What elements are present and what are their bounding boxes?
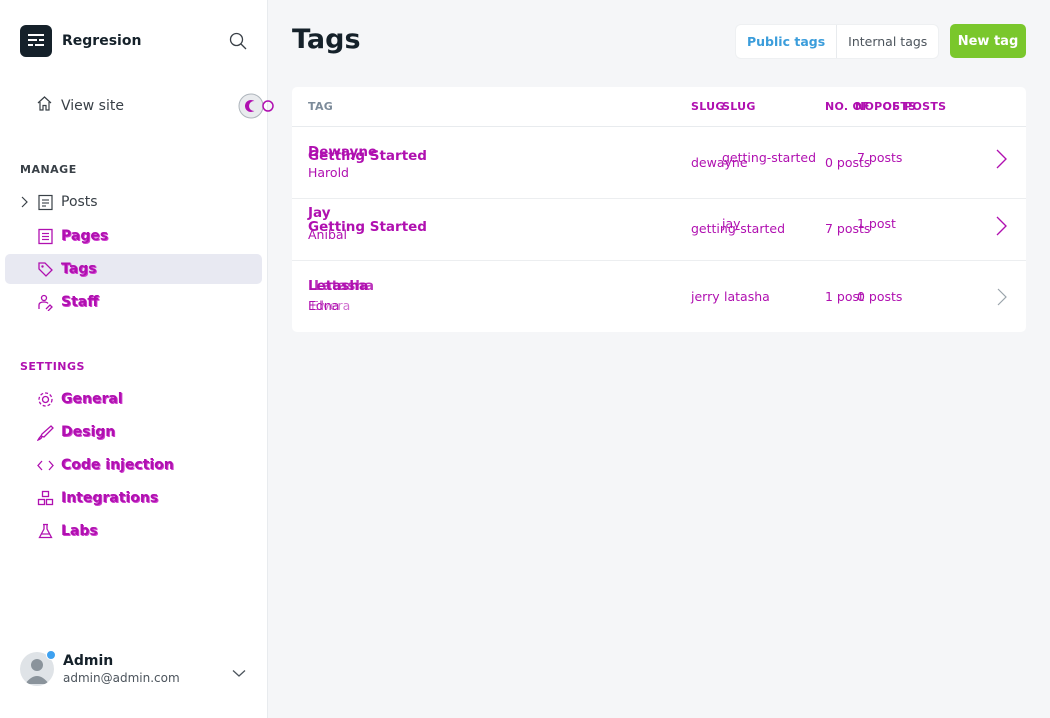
manage-section-label: MANAGE bbox=[20, 163, 77, 176]
view-site-label: View site bbox=[61, 97, 124, 114]
tag-description: Anibal bbox=[308, 227, 348, 242]
user-menu[interactable]: Admin admin@admin.com bbox=[20, 649, 252, 689]
code-icon bbox=[36, 456, 54, 474]
notification-dot-icon bbox=[46, 650, 56, 660]
sidebar-item-general[interactable]: General bbox=[5, 384, 262, 414]
brush-icon bbox=[36, 423, 54, 441]
settings-section-label: SETTINGS bbox=[20, 360, 85, 373]
sidebar-item-label: Staff bbox=[61, 294, 99, 310]
pages-icon bbox=[36, 227, 54, 245]
posts-icon bbox=[36, 193, 54, 211]
tag-description: Harold bbox=[308, 165, 349, 180]
sidebar-item-label: Integrations bbox=[61, 490, 159, 506]
chevron-right-icon[interactable] bbox=[995, 215, 1009, 241]
tag-slug: jerry bbox=[691, 289, 720, 304]
sidebar-item-label: Code injection bbox=[61, 457, 174, 473]
sidebar-item-label: General bbox=[61, 391, 123, 407]
sidebar-item-label: Labs bbox=[61, 523, 98, 539]
new-tag-button[interactable]: New tag bbox=[950, 24, 1026, 58]
tag-slug-overlay: getting-started bbox=[722, 150, 817, 165]
tags-table: TAG SLUG SLUG NO. OF POSTS NO. OF POSTS … bbox=[292, 87, 1026, 332]
table-row[interactable]: Letasha Latasha Edna Elvera jerry latash… bbox=[292, 261, 1026, 331]
chevron-right-icon[interactable] bbox=[21, 195, 29, 213]
header-slug-overlay: SLUG bbox=[722, 100, 756, 113]
tag-type-tabs: Public tags Internal tags bbox=[736, 25, 939, 58]
staff-icon bbox=[36, 293, 54, 311]
brand-name: Regresion bbox=[62, 33, 142, 49]
view-site-link[interactable]: View site bbox=[36, 95, 124, 116]
sidebar-item-staff[interactable]: Staff bbox=[5, 287, 262, 317]
tab-internal-tags[interactable]: Internal tags bbox=[837, 25, 938, 58]
chevron-down-icon[interactable] bbox=[232, 663, 246, 682]
tag-post-count-overlay: 0 posts bbox=[857, 289, 903, 304]
chevron-right-icon[interactable] bbox=[995, 286, 1009, 312]
integrations-icon bbox=[36, 489, 54, 507]
chevron-right-icon[interactable] bbox=[995, 148, 1009, 174]
tag-post-count-overlay: 7 posts bbox=[857, 150, 903, 165]
tag-slug-overlay: jay bbox=[722, 216, 741, 231]
table-header: TAG SLUG SLUG NO. OF POSTS NO. OF POSTS bbox=[292, 87, 1026, 127]
tag-description-overlay: Elvera bbox=[311, 298, 351, 313]
header-slug: SLUG bbox=[691, 100, 725, 113]
sidebar-item-posts[interactable]: Posts bbox=[5, 187, 262, 217]
sidebar-item-label: Posts bbox=[61, 194, 98, 210]
sidebar-item-design[interactable]: Design bbox=[5, 417, 262, 447]
page-title: Tags bbox=[292, 24, 361, 55]
brand[interactable]: Regresion bbox=[20, 25, 141, 57]
theme-toggle-icon[interactable] bbox=[238, 93, 274, 119]
user-name: Admin bbox=[63, 653, 114, 669]
sidebar-item-tags[interactable]: Tags bbox=[5, 254, 262, 284]
gear-icon bbox=[36, 390, 54, 408]
sidebar-item-pages[interactable]: Pages bbox=[5, 221, 262, 251]
home-icon bbox=[36, 95, 53, 116]
sidebar-item-label: Pages bbox=[61, 228, 109, 244]
tag-slug-overlay: latasha bbox=[724, 289, 770, 304]
tag-post-count-overlay: 1 post bbox=[857, 216, 896, 231]
sidebar: Regresion View site MANAGE Posts Pages T… bbox=[0, 0, 274, 718]
tag-name-overlay: Getting Started bbox=[308, 148, 427, 164]
tag-name-overlay: Latasha bbox=[314, 278, 375, 294]
table-row[interactable]: Jay Getting Started Anibal getting-start… bbox=[292, 199, 1026, 261]
flask-icon bbox=[36, 522, 54, 540]
header-post-count-overlay: NO. OF POSTS bbox=[855, 100, 947, 113]
sidebar-item-label: Tags bbox=[61, 261, 97, 277]
sidebar-item-label: Design bbox=[61, 424, 116, 440]
brand-logo-icon bbox=[20, 25, 52, 57]
header-tag: TAG bbox=[308, 100, 334, 113]
sidebar-item-labs[interactable]: Labs bbox=[5, 516, 262, 546]
sidebar-item-code-injection[interactable]: Code injection bbox=[5, 450, 262, 480]
user-email: admin@admin.com bbox=[63, 671, 180, 685]
table-row[interactable]: Dewayne Getting Started Harold dewayne g… bbox=[292, 127, 1026, 199]
tag-icon bbox=[36, 260, 54, 278]
sidebar-item-integrations[interactable]: Integrations bbox=[5, 483, 262, 513]
tab-public-tags[interactable]: Public tags bbox=[736, 25, 838, 58]
search-icon[interactable] bbox=[228, 31, 248, 51]
